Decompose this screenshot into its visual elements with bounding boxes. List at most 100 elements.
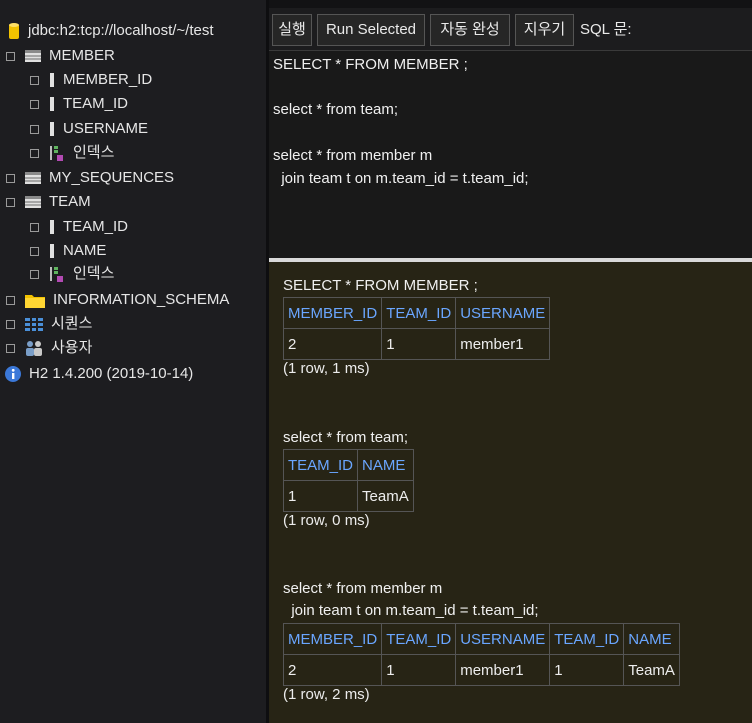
table-cell: 2 [282,654,383,686]
clear-button[interactable]: 지우기 [515,14,574,46]
column-icon [49,244,55,258]
tree-information-schema[interactable]: INFORMATION_SCHEMA [6,289,229,311]
expand-toggle[interactable] [30,99,39,109]
info-icon [5,366,21,382]
table-cell: 2 [282,328,383,360]
table-label: MY_SEQUENCES [49,169,175,186]
expand-toggle[interactable] [30,269,39,279]
column-label: TEAM_ID [63,218,129,235]
table-cell: 1 [549,654,625,686]
result-table: MEMBER_ID TEAM_ID USERNAME 2 1 member1 [282,297,551,360]
column-header[interactable]: USERNAME [455,623,551,655]
tree-index[interactable]: 인덱스 [30,263,114,285]
column-header[interactable]: NAME [623,623,680,655]
users-label: 사용자 [51,339,93,356]
column-label: MEMBER_ID [63,71,153,88]
column-header[interactable]: TEAM_ID [282,449,359,481]
column-icon [49,97,55,111]
result-sql: select * from member m [283,580,443,597]
query-toolbar: 실행 Run Selected 자동 완성 지우기 SQL 문: [269,10,752,50]
tree-sequences[interactable]: 시퀀스 [6,313,92,335]
column-header[interactable]: TEAM_ID [549,623,625,655]
column-icon [49,220,55,234]
tree-table-team[interactable]: TEAM [6,191,91,213]
sql-editor[interactable]: SELECT * FROM MEMBER ; select * from tea… [269,50,752,259]
table-cell: TeamA [357,480,414,512]
index-label: 인덱스 [73,265,115,282]
result-sql: select * from team; [283,429,409,446]
index-icon [49,144,65,162]
schema-label: INFORMATION_SCHEMA [53,291,230,308]
sequence-icon [25,317,43,331]
expand-toggle[interactable] [30,222,39,232]
tree-table-my-sequences[interactable]: MY_SEQUENCES [6,167,174,189]
column-header[interactable]: NAME [357,449,414,481]
tree-column[interactable]: TEAM_ID [30,93,128,115]
tree-column[interactable]: NAME [30,240,106,262]
column-label: TEAM_ID [63,95,129,112]
expand-toggle[interactable] [6,319,15,329]
table-cell: 1 [381,328,457,360]
expand-toggle[interactable] [30,246,39,256]
index-icon [49,265,65,283]
result-sql: SELECT * FROM MEMBER ; [283,277,478,294]
column-header[interactable]: TEAM_ID [381,297,457,329]
table-cell: TeamA [623,654,680,686]
tree-connection[interactable]: jdbc:h2:tcp://localhost/~/test [8,20,214,42]
tree-column[interactable]: MEMBER_ID [30,69,152,91]
table-header-row: MEMBER_ID TEAM_ID USERNAME TEAM_ID NAME [282,623,680,655]
column-icon [49,73,55,87]
editor-line: select * from team; [273,101,399,118]
expand-toggle[interactable] [30,124,39,134]
results-panel: SELECT * FROM MEMBER ; MEMBER_ID TEAM_ID… [269,262,752,723]
column-header[interactable]: MEMBER_ID [282,623,383,655]
result-table: TEAM_ID NAME 1 TeamA [282,449,414,512]
column-header[interactable]: MEMBER_ID [282,297,383,329]
tree-users[interactable]: 사용자 [6,337,92,359]
expand-toggle[interactable] [6,295,15,305]
editor-line: select * from member m [273,147,433,164]
tree-version: H2 1.4.200 (2019-10-14) [5,363,193,385]
table-icon [25,172,41,184]
run-selected-button[interactable]: Run Selected [317,14,425,46]
column-header[interactable]: TEAM_ID [381,623,457,655]
result-status: (1 row, 0 ms) [283,512,370,529]
expand-toggle[interactable] [30,75,39,85]
expand-toggle[interactable] [6,343,15,353]
version-label: H2 1.4.200 (2019-10-14) [29,365,194,382]
tree-index[interactable]: 인덱스 [30,142,114,164]
tree-column[interactable]: TEAM_ID [30,216,128,238]
editor-line: join team t on m.team_id = t.team_id; [273,170,529,187]
result-sql: join team t on m.team_id = t.team_id; [283,602,539,619]
column-header[interactable]: USERNAME [455,297,551,329]
index-label: 인덱스 [73,144,115,161]
connection-url: jdbc:h2:tcp://localhost/~/test [28,22,214,39]
table-cell: 1 [381,654,457,686]
table-header-row: MEMBER_ID TEAM_ID USERNAME [282,297,551,329]
database-icon [8,22,20,40]
tree-table-member[interactable]: MEMBER [6,45,115,67]
editor-line: SELECT * FROM MEMBER ; [273,56,468,73]
tree-column[interactable]: USERNAME [30,118,148,140]
result-status: (1 row, 1 ms) [283,360,370,377]
table-cell: member1 [455,328,551,360]
run-button[interactable]: 실행 [272,14,312,46]
table-row: 2 1 member1 1 TeamA [282,654,680,686]
expand-toggle[interactable] [6,197,15,207]
table-cell: member1 [455,654,551,686]
result-table: MEMBER_ID TEAM_ID USERNAME TEAM_ID NAME … [282,623,680,686]
column-label: USERNAME [63,120,149,137]
column-label: NAME [63,242,107,259]
autocomplete-button[interactable]: 자동 완성 [430,14,510,46]
table-label: MEMBER [49,47,115,64]
users-icon [25,340,43,356]
schema-tree: jdbc:h2:tcp://localhost/~/test MEMBER ME… [0,0,266,723]
result-status: (1 row, 2 ms) [283,686,370,703]
sql-label: SQL 문: [580,21,632,38]
folder-icon [25,292,45,308]
expand-toggle[interactable] [6,51,15,61]
column-icon [49,122,55,136]
table-icon [25,196,41,208]
expand-toggle[interactable] [6,173,15,183]
expand-toggle[interactable] [30,148,39,158]
